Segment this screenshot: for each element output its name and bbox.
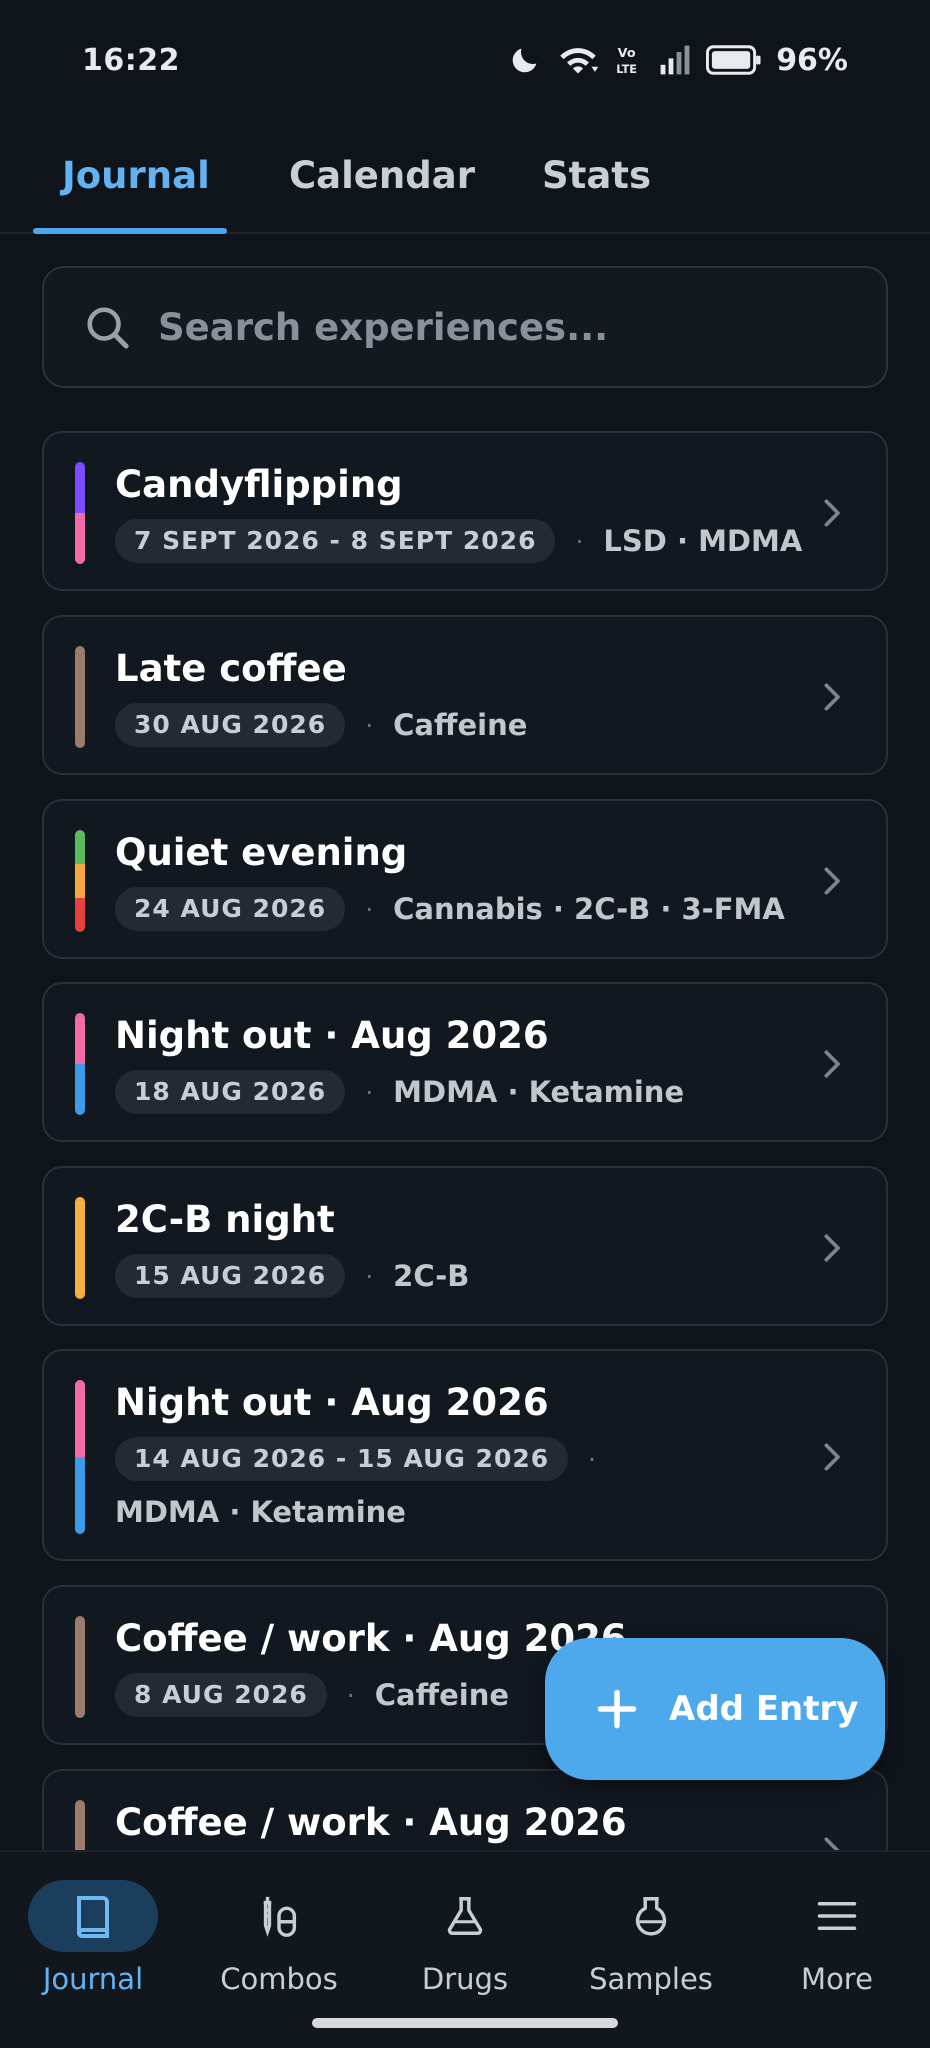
- nav-combos[interactable]: Combos: [186, 1852, 372, 2012]
- volte-icon: VoLTE: [616, 46, 637, 76]
- add-entry-button[interactable]: Add Entry: [545, 1638, 885, 1780]
- nav-icon-container: [586, 1880, 716, 1952]
- entry-title: Night out · Aug 2026: [115, 1014, 549, 1057]
- status-bar: 16:22 Vo LTE 96%: [0, 0, 930, 120]
- battery-percent: 96%: [776, 42, 848, 78]
- nav-icon-container: [28, 1880, 158, 1952]
- journal-entry-card[interactable]: Late coffee 30 AUG 2026 · Caffeine: [42, 615, 888, 775]
- moon-icon: [512, 48, 537, 73]
- separator-dot: ·: [346, 1680, 355, 1710]
- entry-title: Candyflipping: [115, 463, 403, 506]
- tab-stats[interactable]: Stats: [542, 146, 651, 206]
- substance-color-bar: [75, 1380, 85, 1534]
- flask-icon: [447, 1897, 483, 1935]
- entry-substances: MDMA · Ketamine: [393, 1075, 685, 1109]
- beaker-icon: [635, 1897, 667, 1936]
- entry-meta: MDMA · Ketamine: [115, 1495, 406, 1529]
- journal-entry-card[interactable]: Night out · Aug 2026 14 AUG 2026 - 15 AU…: [42, 1349, 888, 1561]
- chevron-right-icon: [824, 867, 840, 895]
- entry-date-badge: 24 AUG 2026: [115, 887, 346, 931]
- entry-title: Coffee / work · Aug 2026: [115, 1801, 627, 1844]
- entry-substances: MDMA · Ketamine: [115, 1495, 406, 1529]
- entry-substances: Cannabis · 2C-B · 3-FMA: [393, 892, 785, 926]
- svg-text:LTE: LTE: [616, 62, 637, 76]
- entry-meta: 14 AUG 2026 - 15 AUG 2026 ·: [115, 1437, 616, 1481]
- plus-icon: [597, 1689, 637, 1729]
- nav-journal[interactable]: Journal: [0, 1852, 186, 2012]
- nav-samples[interactable]: Samples: [558, 1852, 744, 2012]
- nav-label: Combos: [220, 1962, 338, 1996]
- entry-substances: 2C-B: [393, 1259, 470, 1293]
- substance-color-bar: [75, 1616, 85, 1718]
- search-icon: [87, 307, 129, 349]
- nav-label: More: [801, 1962, 873, 1996]
- journal-entry-card[interactable]: Candyflipping 7 SEPT 2026 - 8 SEPT 2026 …: [42, 431, 888, 591]
- entry-substances: LSD · MDMA: [603, 524, 803, 558]
- entry-title: 2C-B night: [115, 1198, 335, 1241]
- substance-color-bar: [75, 462, 85, 564]
- entry-meta: 24 AUG 2026 · Cannabis · 2C-B · 3-FMA: [115, 887, 785, 931]
- journal-entry-card[interactable]: 2C-B night 15 AUG 2026 · 2C-B: [42, 1166, 888, 1326]
- entry-date-badge: 7 SEPT 2026 - 8 SEPT 2026: [115, 519, 556, 563]
- entry-date-badge: 8 AUG 2026: [115, 1673, 327, 1717]
- menu-icon: [817, 1902, 857, 1930]
- entry-title: Night out · Aug 2026: [115, 1381, 549, 1424]
- chevron-right-icon: [824, 1234, 840, 1262]
- status-time: 16:22: [82, 42, 180, 78]
- entry-substances: Caffeine: [393, 708, 528, 742]
- entry-date-badge: 15 AUG 2026: [115, 1254, 346, 1298]
- chevron-right-icon: [824, 1443, 840, 1471]
- substance-color-bar: [75, 1013, 85, 1115]
- substance-color-bar: [75, 646, 85, 748]
- entry-meta: 8 AUG 2026 · Caffeine: [115, 1673, 509, 1717]
- tab-calendar[interactable]: Calendar: [289, 146, 475, 206]
- nav-icon-container: [214, 1880, 344, 1952]
- tab-journal[interactable]: Journal: [62, 146, 210, 206]
- entry-title: Late coffee: [115, 647, 347, 690]
- nav-label: Journal: [42, 1962, 144, 1996]
- journal-entry-card[interactable]: Quiet evening 24 AUG 2026 · Cannabis · 2…: [42, 799, 888, 959]
- entry-title: Quiet evening: [115, 831, 408, 874]
- tab-active-indicator: [33, 228, 227, 234]
- signal-icon: [660, 45, 690, 75]
- separator-dot: ·: [575, 526, 584, 556]
- nav-icon-container: [772, 1880, 902, 1952]
- home-indicator[interactable]: [312, 2018, 618, 2028]
- status-icons: Vo LTE 96%: [508, 43, 848, 78]
- top-tabs: Journal Calendar Stats: [0, 120, 930, 234]
- entry-meta: 18 AUG 2026 · MDMA · Ketamine: [115, 1070, 684, 1114]
- separator-dot: ·: [365, 710, 374, 740]
- separator-dot: ·: [588, 1444, 597, 1474]
- nav-label: Drugs: [421, 1962, 509, 1996]
- entry-meta: 30 AUG 2026 · Caffeine: [115, 703, 527, 747]
- svg-text:Vo: Vo: [618, 46, 636, 61]
- separator-dot: ·: [365, 894, 374, 924]
- substance-color-bar: [75, 830, 85, 932]
- nav-icon-container: [400, 1880, 530, 1952]
- search-box[interactable]: [42, 266, 888, 388]
- journal-entry-card[interactable]: Night out · Aug 2026 18 AUG 2026 · MDMA …: [42, 982, 888, 1142]
- syringe-pill-icon: [263, 1896, 297, 1937]
- substance-color-bar: [75, 1197, 85, 1299]
- nav-label: Samples: [589, 1962, 713, 1996]
- chevron-right-icon: [824, 1050, 840, 1078]
- entry-date-badge: 18 AUG 2026: [115, 1070, 346, 1114]
- nav-more[interactable]: More: [744, 1852, 930, 2012]
- separator-dot: ·: [365, 1261, 374, 1291]
- add-entry-label: Add Entry: [669, 1689, 859, 1729]
- chevron-right-icon: [824, 683, 840, 711]
- chevron-right-icon: [824, 499, 840, 527]
- entry-meta: 15 AUG 2026 · 2C-B: [115, 1254, 469, 1298]
- search-input[interactable]: [158, 305, 808, 349]
- entry-date-badge: 30 AUG 2026: [115, 703, 346, 747]
- separator-dot: ·: [365, 1077, 374, 1107]
- entry-meta: 7 SEPT 2026 - 8 SEPT 2026 · LSD · MDMA: [115, 519, 802, 563]
- entry-title: Coffee / work · Aug 2026: [115, 1617, 627, 1660]
- wifi-icon: [560, 48, 599, 74]
- battery-icon: [706, 45, 761, 75]
- book-icon: [76, 1896, 109, 1939]
- entry-substances: Caffeine: [374, 1678, 510, 1712]
- entry-date-badge: 14 AUG 2026 - 15 AUG 2026: [115, 1437, 569, 1481]
- nav-drugs[interactable]: Drugs: [372, 1852, 558, 2012]
